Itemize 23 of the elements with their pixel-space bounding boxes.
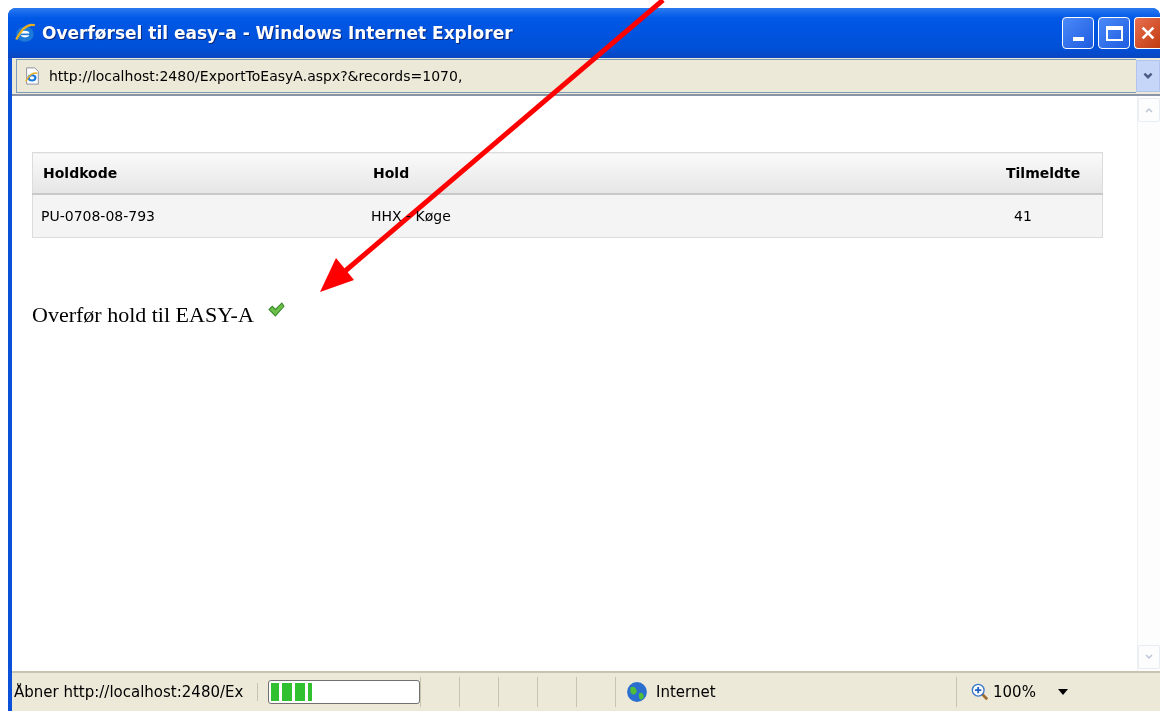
column-header: Hold xyxy=(363,152,1006,194)
address-dropdown-button[interactable] xyxy=(1136,60,1160,92)
magnifier-icon xyxy=(971,683,989,701)
table-cell: 41 xyxy=(1014,208,1032,224)
zone-label: Internet xyxy=(656,683,716,701)
chevron-down-icon xyxy=(1144,652,1154,662)
window-title: Overførsel til easy-a - Windows Internet Explorer xyxy=(42,23,513,43)
maximize-button[interactable] xyxy=(1098,17,1130,49)
chevron-up-icon xyxy=(1144,105,1154,115)
column-header: Tilmeldte xyxy=(1006,152,1103,194)
status-text: Åbner http://localhost:2480/Ex xyxy=(12,683,258,701)
table-cell: HHX - Køge xyxy=(371,208,451,224)
zoom-button[interactable]: 100% xyxy=(971,683,1036,701)
address-field[interactable]: http://localhost:2480/ExportToEasyA.aspx?&records=1070, xyxy=(16,59,1136,93)
table-cell: PU-0708-08-793 xyxy=(41,208,155,224)
page-icon xyxy=(23,67,41,85)
column-header: Holdkode xyxy=(32,152,363,194)
browser-logo-icon xyxy=(14,22,36,44)
close-button[interactable] xyxy=(1134,17,1160,49)
globe-icon xyxy=(626,681,648,703)
caret-icon xyxy=(1057,689,1068,695)
minimize-button[interactable] xyxy=(1062,17,1094,49)
status-message: Overfør hold til EASY-A xyxy=(32,302,254,328)
